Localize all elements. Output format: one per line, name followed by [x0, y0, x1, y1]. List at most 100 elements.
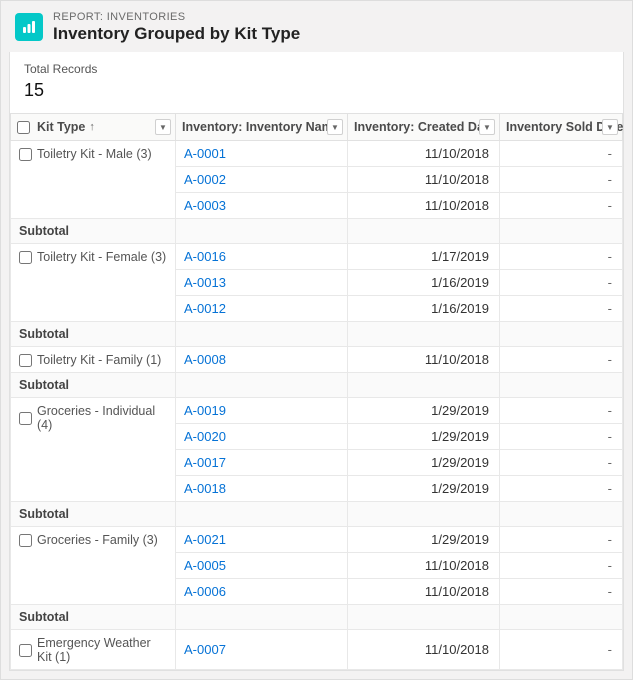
- subtotal-empty: [348, 502, 500, 527]
- group-label: Groceries - Family (3): [37, 533, 158, 547]
- subtotal-label: Subtotal: [11, 322, 176, 347]
- report-header: REPORT: INVENTORIES Inventory Grouped by…: [1, 1, 632, 52]
- group-checkbox[interactable]: [19, 412, 32, 425]
- subtotal-empty: [176, 219, 348, 244]
- inventory-link[interactable]: A-0017: [184, 455, 226, 470]
- total-records-value: 15: [24, 76, 609, 111]
- created-date-cell: 1/29/2019: [348, 527, 500, 553]
- sold-date-cell: -: [500, 424, 623, 450]
- col-kit-type-menu[interactable]: ▼: [155, 119, 171, 135]
- inventory-link[interactable]: A-0002: [184, 172, 226, 187]
- subtotal-row: Subtotal: [11, 219, 623, 244]
- report-eyebrow: REPORT: INVENTORIES: [53, 11, 300, 23]
- sold-date-cell: -: [500, 193, 623, 219]
- sold-date-cell: -: [500, 450, 623, 476]
- created-date-cell: 1/16/2019: [348, 270, 500, 296]
- table-row: Groceries - Family (3) A-0021 1/29/2019-: [11, 527, 623, 553]
- inventory-link[interactable]: A-0020: [184, 429, 226, 444]
- header-text: REPORT: INVENTORIES Inventory Grouped by…: [53, 11, 300, 44]
- group-checkbox[interactable]: [19, 644, 32, 657]
- inventory-link[interactable]: A-0001: [184, 146, 226, 161]
- report-table: Kit Type ↑ ▼ Inventory: Inventory Name ▼: [10, 113, 623, 670]
- subtotal-empty: [500, 373, 623, 398]
- inventory-name-cell: A-0007: [176, 630, 348, 670]
- col-created-date-menu[interactable]: ▼: [479, 119, 495, 135]
- created-date-cell: 11/10/2018: [348, 141, 500, 167]
- inventory-link[interactable]: A-0007: [184, 642, 226, 657]
- inventory-link[interactable]: A-0018: [184, 481, 226, 496]
- col-inventory-name-menu[interactable]: ▼: [327, 119, 343, 135]
- subtotal-empty: [500, 322, 623, 347]
- group-cell: Toiletry Kit - Female (3): [11, 244, 176, 322]
- inventory-link[interactable]: A-0019: [184, 403, 226, 418]
- col-sold-date[interactable]: Inventory Sold Date ▼: [500, 114, 623, 141]
- table-row: Groceries - Individual (4)A-00191/29/201…: [11, 398, 623, 424]
- sold-date-cell: -: [500, 244, 623, 270]
- table-row: Emergency Weather Kit (1) A-0007 11/10/201…: [11, 630, 623, 670]
- created-date-cell: 1/17/2019: [348, 244, 500, 270]
- inventory-link[interactable]: A-0012: [184, 301, 226, 316]
- group-cell: Toiletry Kit - Male (3): [11, 141, 176, 219]
- subtotal-empty: [500, 502, 623, 527]
- inventory-name-cell: A-0018: [176, 476, 348, 502]
- group-checkbox[interactable]: [19, 251, 32, 264]
- col-kit-type[interactable]: Kit Type ↑ ▼: [11, 114, 176, 141]
- inventory-name-cell: A-0021: [176, 527, 348, 553]
- col-inventory-name[interactable]: Inventory: Inventory Name ▼: [176, 114, 348, 141]
- created-date-cell: 11/10/2018: [348, 579, 500, 605]
- col-sold-date-menu[interactable]: ▼: [602, 119, 618, 135]
- group-cell: Groceries - Individual (4): [11, 398, 176, 502]
- inventory-name-cell: A-0008: [176, 347, 348, 373]
- subtotal-empty: [348, 605, 500, 630]
- subtotal-empty: [176, 502, 348, 527]
- totals-block: Total Records 15: [10, 52, 623, 113]
- sold-date-cell: -: [500, 347, 623, 373]
- col-created-date[interactable]: Inventory: Created Date ▼: [348, 114, 500, 141]
- inventory-name-cell: A-0006: [176, 579, 348, 605]
- inventory-name-cell: A-0002: [176, 167, 348, 193]
- inventory-link[interactable]: A-0016: [184, 249, 226, 264]
- total-records-label: Total Records: [24, 62, 609, 76]
- group-cell: Groceries - Family (3): [11, 527, 176, 605]
- created-date-cell: 11/10/2018: [348, 553, 500, 579]
- table-row: Toiletry Kit - Female (3) A-0016 1/17/2019…: [11, 244, 623, 270]
- group-label: Groceries - Individual (4): [37, 404, 167, 432]
- group-checkbox[interactable]: [19, 354, 32, 367]
- inventory-link[interactable]: A-0006: [184, 584, 226, 599]
- table-body: Toiletry Kit - Male (3)A-000111/10/2018-…: [11, 141, 623, 670]
- table-row: Toiletry Kit - Male (3)A-000111/10/2018-: [11, 141, 623, 167]
- group-label: Emergency Weather Kit (1): [37, 636, 167, 664]
- sold-date-cell: -: [500, 270, 623, 296]
- sold-date-cell: -: [500, 398, 623, 424]
- group-label: Toiletry Kit - Female (3): [37, 250, 166, 264]
- sold-date-cell: -: [500, 553, 623, 579]
- created-date-cell: 11/10/2018: [348, 167, 500, 193]
- report-panel: Total Records 15 Kit Type ↑ ▼: [9, 52, 624, 671]
- sort-asc-icon: ↑: [89, 121, 95, 133]
- inventory-link[interactable]: A-0008: [184, 352, 226, 367]
- sold-date-cell: -: [500, 579, 623, 605]
- subtotal-label: Subtotal: [11, 605, 176, 630]
- group-checkbox[interactable]: [19, 534, 32, 547]
- select-all-checkbox[interactable]: [17, 121, 30, 134]
- inventory-link[interactable]: A-0021: [184, 532, 226, 547]
- inventory-link[interactable]: A-0005: [184, 558, 226, 573]
- inventory-name-cell: A-0003: [176, 193, 348, 219]
- created-date-cell: 11/10/2018: [348, 630, 500, 670]
- table-header-row: Kit Type ↑ ▼ Inventory: Inventory Name ▼: [11, 114, 623, 141]
- group-cell: Toiletry Kit - Family (1): [11, 347, 176, 373]
- group-label: Toiletry Kit - Male (3): [37, 147, 152, 161]
- sold-date-cell: -: [500, 167, 623, 193]
- group-checkbox[interactable]: [19, 148, 32, 161]
- subtotal-empty: [500, 605, 623, 630]
- inventory-name-cell: A-0001: [176, 141, 348, 167]
- inventory-link[interactable]: A-0003: [184, 198, 226, 213]
- table-row: Toiletry Kit - Family (1)A-000811/10/201…: [11, 347, 623, 373]
- subtotal-row: Subtotal: [11, 605, 623, 630]
- inventory-name-cell: A-0020: [176, 424, 348, 450]
- subtotal-empty: [348, 219, 500, 244]
- inventory-link[interactable]: A-0013: [184, 275, 226, 290]
- created-date-cell: 1/16/2019: [348, 296, 500, 322]
- sold-date-cell: -: [500, 296, 623, 322]
- sold-date-cell: -: [500, 527, 623, 553]
